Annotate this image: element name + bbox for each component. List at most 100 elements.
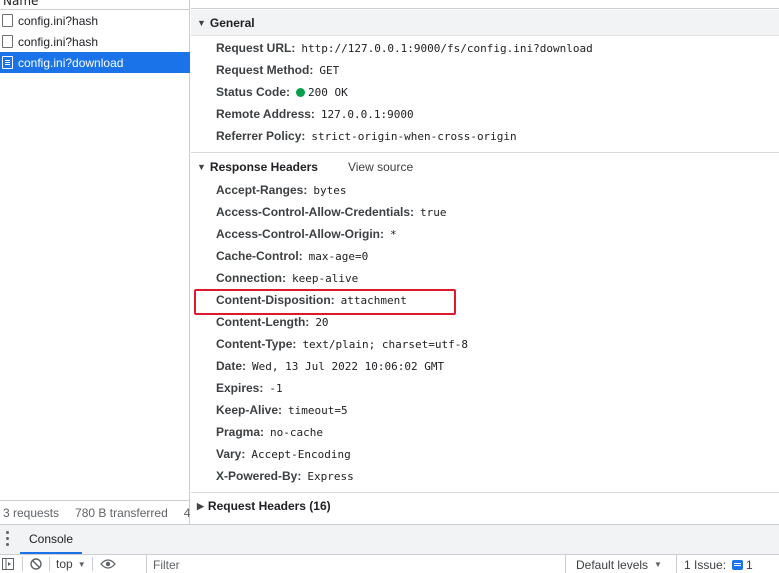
document-icon	[2, 35, 13, 48]
header-name: Pragma:	[216, 425, 265, 439]
header-name: X-Powered-By:	[216, 469, 302, 483]
header-value: GET	[319, 63, 340, 77]
resources-size: 4	[183, 505, 190, 520]
header-row: Request Method: GET	[216, 59, 339, 81]
status-ok-icon	[296, 87, 306, 97]
header-value: Wed, 13 Jul 2022 10:06:02 GMT	[252, 359, 445, 373]
document-icon	[2, 56, 13, 69]
request-row[interactable]: config.ini?hash	[0, 31, 190, 52]
header-row: Connection: keep-alive	[216, 267, 358, 289]
header-row: Referrer Policy: strict-origin-when-cros…	[216, 125, 517, 147]
header-row: Vary: Accept-Encoding	[216, 443, 351, 465]
clear-console-icon[interactable]	[29, 555, 43, 573]
header-value: Accept-Encoding	[251, 447, 351, 461]
drawer-tab-bar: Console	[0, 524, 779, 554]
issues-label: 1 Issue:	[684, 557, 727, 572]
header-name: Request URL:	[216, 41, 296, 55]
headers-panel: ▼ General Request URL: http://127.0.0.1:…	[191, 0, 779, 524]
request-count: 3 requests	[3, 505, 60, 520]
request-name: config.ini?hash	[18, 13, 99, 28]
transferred-size: 780 B transferred	[75, 505, 168, 520]
header-name: Content-Length:	[216, 315, 310, 329]
triangle-right-icon: ▶	[197, 500, 204, 511]
request-name: config.ini?hash	[18, 34, 99, 49]
filter-placeholder: Filter	[153, 557, 180, 572]
name-column-header[interactable]: Name	[0, 0, 190, 10]
header-row: Pragma: no-cache	[216, 421, 323, 443]
request-row[interactable]: config.ini?hash	[0, 10, 190, 31]
triangle-down-icon: ▼	[197, 162, 206, 172]
divider	[91, 557, 93, 571]
header-name: Keep-Alive:	[216, 403, 283, 417]
issues-count: 1	[746, 557, 753, 572]
request-headers-section-header[interactable]: ▶ Request Headers (16)	[191, 493, 779, 519]
header-name: Request Method:	[216, 63, 314, 77]
header-value: *	[390, 227, 397, 241]
header-row: Accept-Ranges: bytes	[216, 179, 346, 201]
request-name: config.ini?download	[18, 55, 124, 70]
header-value: no-cache	[270, 425, 324, 439]
header-value: -1	[269, 381, 283, 395]
filter-input[interactable]: Filter	[146, 555, 566, 573]
log-levels-label: Default levels	[576, 557, 649, 572]
divider	[49, 557, 50, 571]
header-name: Status Code:	[216, 85, 291, 99]
header-name: Remote Address:	[216, 107, 315, 121]
header-row: Date: Wed, 13 Jul 2022 10:06:02 GMT	[216, 355, 444, 377]
header-row: X-Powered-By: Express	[216, 465, 354, 487]
header-value: Express	[307, 469, 354, 483]
sidebar-toggle-icon[interactable]	[0, 555, 16, 573]
general-section-title: General	[209, 15, 255, 30]
issues-counter[interactable]: 1 Issue: 1	[676, 555, 753, 573]
general-section-header[interactable]: ▼ General	[191, 10, 779, 36]
divider	[22, 557, 23, 571]
header-row: Cache-Control: max-age=0	[216, 245, 368, 267]
header-row: Access-Control-Allow-Credentials: true	[216, 201, 447, 223]
response-headers-title: Response Headers	[209, 160, 318, 174]
header-name: Accept-Ranges:	[216, 183, 308, 197]
header-name: Access-Control-Allow-Credentials:	[216, 205, 415, 219]
header-row: Access-Control-Allow-Origin: *	[216, 223, 397, 245]
header-name: Connection:	[216, 271, 286, 285]
header-row: Expires: -1	[216, 377, 283, 399]
header-value: 200 OK	[308, 85, 348, 99]
header-row: Keep-Alive: timeout=5	[216, 399, 348, 421]
header-name: Vary:	[216, 447, 246, 461]
request-row-selected[interactable]: config.ini?download	[0, 52, 190, 73]
more-options-icon[interactable]	[6, 531, 10, 547]
dropdown-arrow-icon: ▼	[654, 560, 662, 569]
tab-console[interactable]: Console	[20, 525, 82, 554]
dropdown-arrow-icon: ▼	[77, 559, 86, 569]
header-value: 127.0.0.1:9000	[320, 107, 414, 121]
request-headers-title: Request Headers (16)	[207, 499, 331, 513]
network-summary-bar: 3 requests 780 B transferred 4	[0, 500, 190, 524]
header-value: keep-alive	[292, 271, 359, 285]
section-divider	[191, 152, 779, 153]
header-value: text/plain; charset=utf-8	[302, 337, 469, 351]
detail-tab-strip[interactable]	[191, 0, 779, 9]
response-headers-section-header[interactable]: ▼ Response Headers View source	[191, 154, 779, 180]
name-column-label: Name	[3, 0, 39, 8]
context-selector[interactable]: top ▼	[56, 557, 86, 571]
eye-icon[interactable]	[99, 555, 117, 573]
log-levels-dropdown[interactable]: Default levels ▼	[576, 555, 662, 573]
annotation-highlight-box	[194, 289, 456, 315]
header-row: Request URL: http://127.0.0.1:9000/fs/co…	[216, 37, 593, 59]
header-name: Expires:	[216, 381, 264, 395]
header-row: Remote Address: 127.0.0.1:9000	[216, 103, 414, 125]
header-value: strict-origin-when-cross-origin	[311, 129, 517, 143]
header-value: http://127.0.0.1:9000/fs/config.ini?down…	[301, 41, 593, 55]
header-value: timeout=5	[288, 403, 348, 417]
header-name: Content-Type:	[216, 337, 297, 351]
header-row: Status Code: 200 OK	[216, 81, 348, 103]
view-source-link[interactable]: View source	[348, 160, 413, 174]
header-value: true	[420, 205, 447, 219]
header-name: Date:	[216, 359, 247, 373]
console-tab-label: Console	[28, 531, 74, 546]
header-row: Content-Type: text/plain; charset=utf-8	[216, 333, 468, 355]
context-selector-value: top	[56, 557, 73, 571]
header-value: 20	[315, 315, 329, 329]
header-name: Cache-Control:	[216, 249, 303, 263]
header-value: max-age=0	[308, 249, 369, 263]
header-name: Access-Control-Allow-Origin:	[216, 227, 385, 241]
